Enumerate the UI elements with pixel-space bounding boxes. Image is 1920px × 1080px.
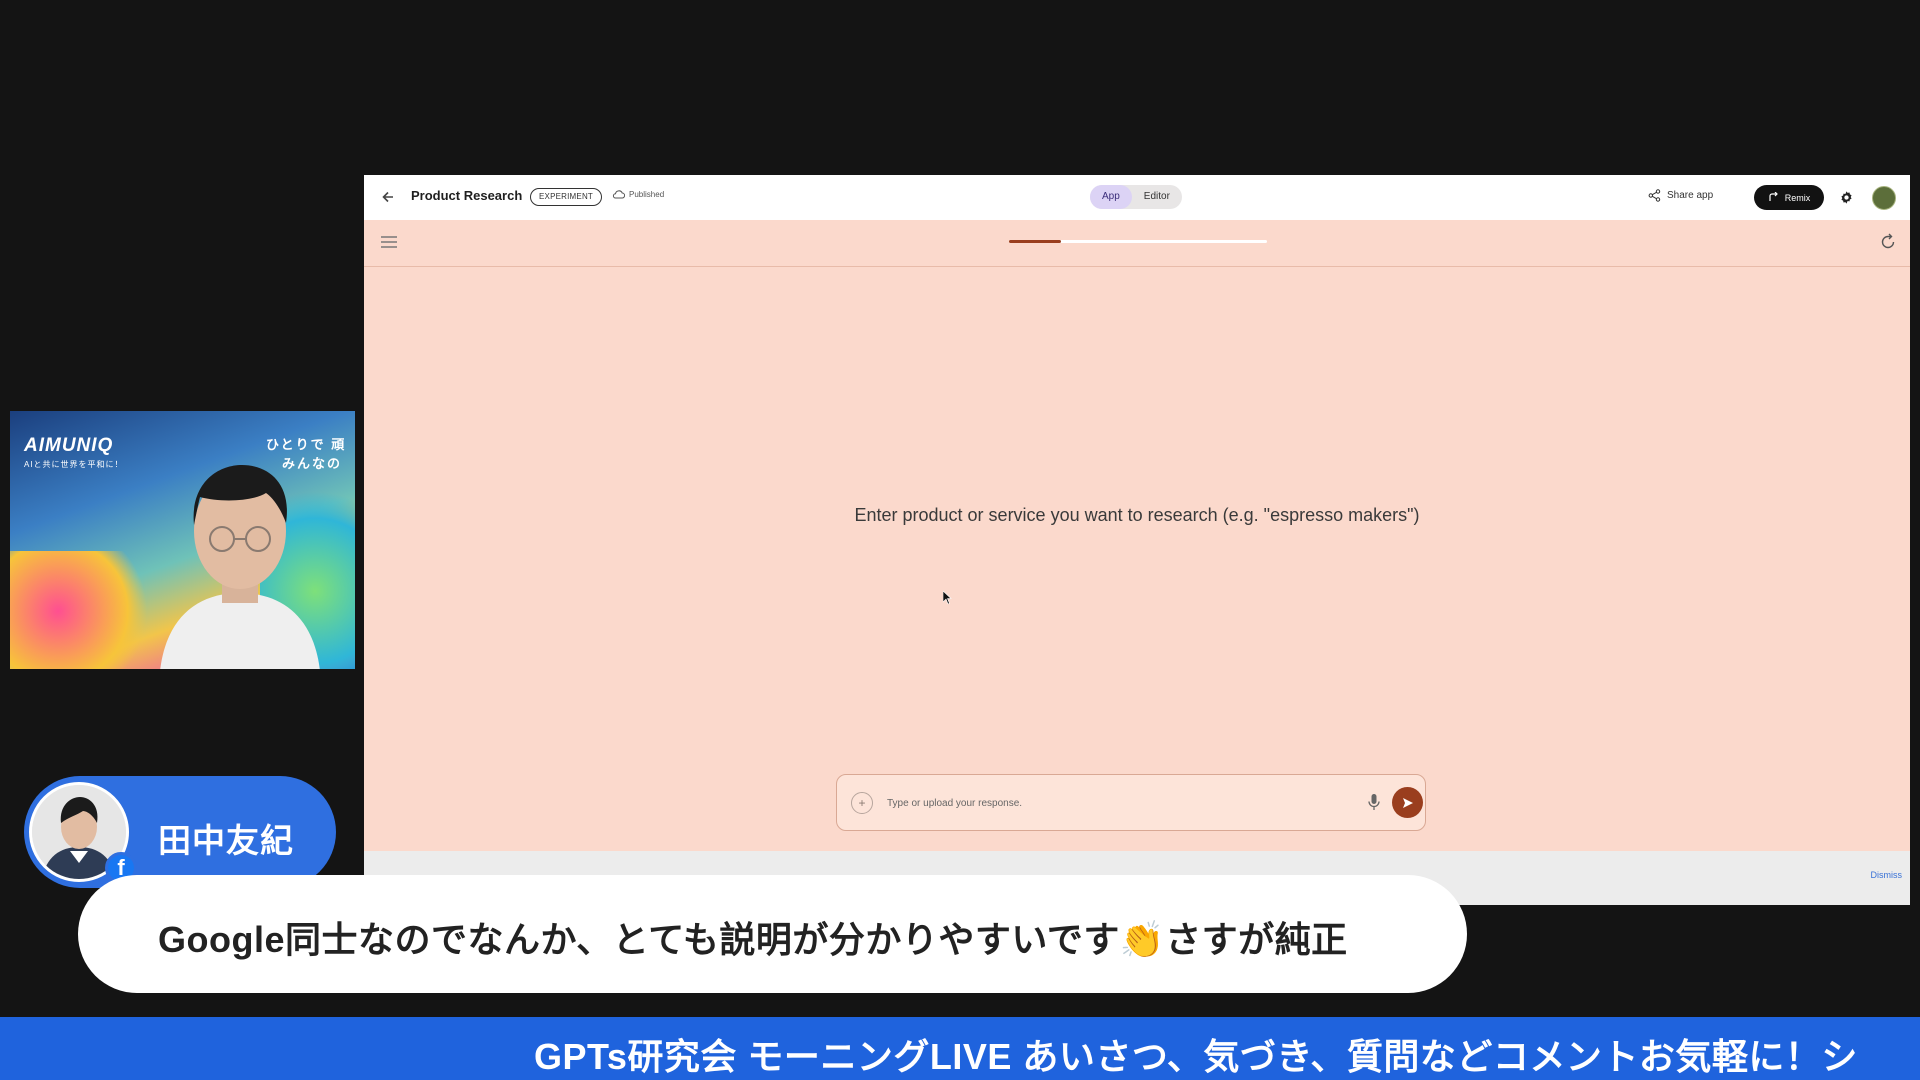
step-progress-fill xyxy=(1009,240,1061,243)
add-attachment-icon[interactable]: + xyxy=(851,792,873,814)
mouse-cursor-icon xyxy=(942,590,952,609)
share-app-label: Share app xyxy=(1667,190,1714,201)
ticker-text: GPTs研究会 モーニングLIVE あいさつ、気づき、質問などコメントお気軽に！… xyxy=(534,1036,1858,1077)
app-topbar: Product Research EXPERIMENT Published Ap… xyxy=(364,175,1910,220)
webcam-brand-subtitle: AIと共に世界を平和に！ xyxy=(24,460,124,469)
mode-toggle: App Editor xyxy=(1090,185,1182,209)
app-subbar xyxy=(364,220,1910,267)
app-title: Product Research xyxy=(411,188,523,203)
share-icon xyxy=(1648,189,1661,202)
dismiss-link[interactable]: Dismiss xyxy=(1871,870,1903,880)
share-app-button[interactable]: Share app xyxy=(1648,189,1713,202)
microphone-icon[interactable] xyxy=(1363,790,1385,814)
response-composer: + xyxy=(836,774,1426,831)
send-button[interactable] xyxy=(1392,787,1423,818)
remix-icon xyxy=(1769,192,1778,201)
send-arrow-icon xyxy=(1402,797,1413,808)
refresh-icon[interactable] xyxy=(1878,232,1898,252)
tab-editor[interactable]: Editor xyxy=(1132,185,1182,209)
webcam-feed: AIMUNIQ AIと共に世界を平和に！ ひとりで 頑 みんなの xyxy=(10,411,355,669)
response-input[interactable] xyxy=(887,793,1327,813)
user-avatar[interactable] xyxy=(1872,186,1896,210)
webcam-tagline: ひとりで 頑 xyxy=(266,437,347,452)
presenter-figure xyxy=(160,465,320,669)
remix-label: Remix xyxy=(1784,192,1811,203)
scrolling-ticker: GPTs研究会 モーニングLIVE あいさつ、気づき、質問などコメントお気軽に！… xyxy=(0,1017,1920,1080)
publish-status: Published xyxy=(612,189,664,199)
speaker-name-badge: f 田中友紀 xyxy=(24,776,336,888)
viewer-comment-bubble: Google同士なのでなんか、とても説明が分かりやすいです👏さすが純正 xyxy=(78,875,1467,993)
publish-status-label: Published xyxy=(629,189,665,199)
gear-icon[interactable] xyxy=(1838,189,1854,205)
webcam-background-paint xyxy=(10,551,170,669)
hamburger-menu-icon[interactable] xyxy=(380,235,398,249)
viewer-comment-text: Google同士なのでなんか、とても説明が分かりやすいです👏さすが純正 xyxy=(158,919,1348,960)
webcam-brand: AIMUNIQ xyxy=(24,435,114,456)
remix-button[interactable]: Remix xyxy=(1754,185,1824,210)
tab-app[interactable]: App xyxy=(1090,185,1132,209)
app-window: Product Research EXPERIMENT Published Ap… xyxy=(364,175,1910,905)
experiment-badge: EXPERIMENT xyxy=(530,188,603,206)
cloud-icon xyxy=(612,190,625,199)
research-prompt: Enter product or service you want to res… xyxy=(854,505,1420,525)
back-arrow-icon[interactable] xyxy=(378,187,398,207)
speaker-name: 田中友紀 xyxy=(158,822,294,859)
step-progress-bar xyxy=(1009,240,1267,243)
